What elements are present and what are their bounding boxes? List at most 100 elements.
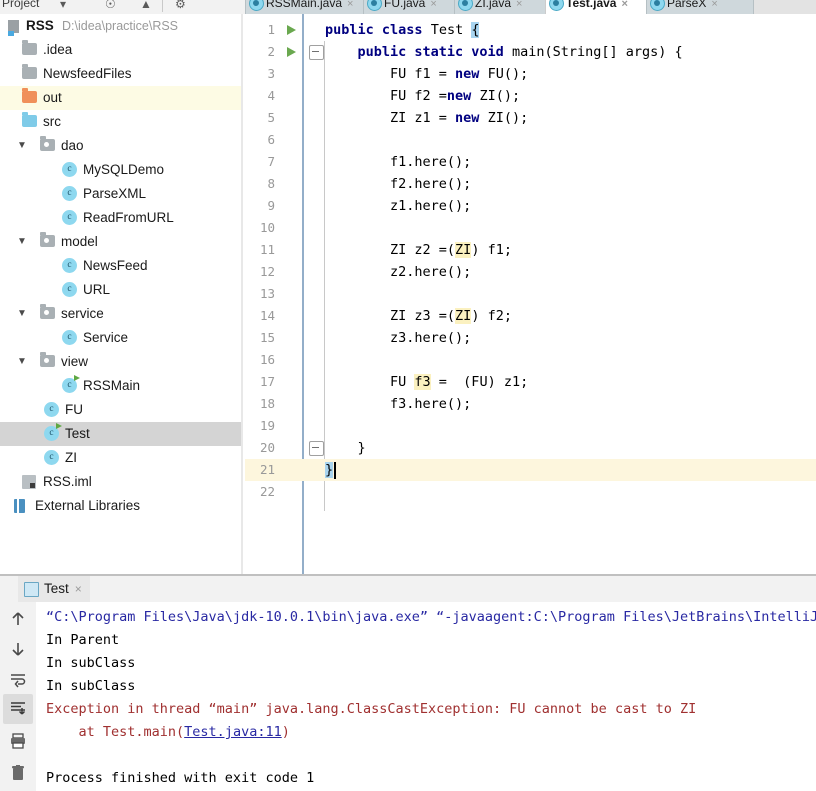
close-icon[interactable]: × <box>621 0 627 10</box>
project-root-row[interactable]: RSS D:\idea\practice\RSS <box>0 14 243 38</box>
code-line[interactable]: 22 <box>245 481 816 503</box>
tree-item-test[interactable]: c Test <box>0 422 243 446</box>
tree-item-parsexml[interactable]: c ParseXML <box>0 182 243 206</box>
code-line[interactable]: 15 z3.here(); <box>245 327 816 349</box>
package-icon <box>40 352 55 367</box>
code-line[interactable]: 10 <box>245 217 816 239</box>
code-token: FU <box>325 374 415 390</box>
close-icon[interactable]: × <box>711 0 717 10</box>
tree-item-service[interactable]: ▼ service <box>0 302 243 326</box>
close-icon[interactable]: × <box>516 0 522 10</box>
line-number: 18 <box>259 396 275 411</box>
code-text: public class Test { <box>325 19 480 41</box>
code-line[interactable]: 3 FU f1 = new FU(); <box>245 63 816 85</box>
code-line[interactable]: 5 ZI z1 = new ZI(); <box>245 107 816 129</box>
class-icon: c <box>44 450 59 465</box>
locate-icon[interactable]: ☉ <box>105 0 116 11</box>
tree-item-mysqldemo[interactable]: c MySQLDemo <box>0 158 243 182</box>
package-icon <box>40 136 55 151</box>
tree-item-dao[interactable]: ▼ dao <box>0 134 243 158</box>
tree-item-zi[interactable]: c ZI <box>0 446 243 470</box>
fold-end-icon[interactable] <box>309 441 324 456</box>
close-icon[interactable]: × <box>75 582 82 596</box>
console-line: “C:\Program Files\Java\jdk-10.0.1\bin\ja… <box>46 609 816 625</box>
run-gutter-icon[interactable] <box>287 25 296 35</box>
line-number: 7 <box>267 154 275 169</box>
keyword-token: class <box>381 22 431 38</box>
code-token: z1.here(); <box>325 198 472 214</box>
code-line[interactable]: 20 } <box>245 437 816 459</box>
gear-icon[interactable]: ⚙ <box>175 0 186 11</box>
code-line[interactable]: 7 f1.here(); <box>245 151 816 173</box>
code-line[interactable]: 8 f2.here(); <box>245 173 816 195</box>
code-line[interactable]: 6 <box>245 129 816 151</box>
run-tab-test[interactable]: Test × <box>18 576 90 602</box>
code-line[interactable]: 9 z1.here(); <box>245 195 816 217</box>
soft-wrap-icon[interactable] <box>3 664 33 694</box>
code-line[interactable]: 4 FU f2 =new ZI(); <box>245 85 816 107</box>
tree-item-label: dao <box>61 138 84 153</box>
code-line[interactable]: 16 <box>245 349 816 371</box>
run-tool-window: Test × “C:\Program Files\Java\jdk-10.0.1… <box>0 576 816 791</box>
java-file-icon <box>249 0 264 11</box>
code-line[interactable]: 14 ZI z3 =(ZI) f2; <box>245 305 816 327</box>
tree-item-newsfeed[interactable]: c NewsFeed <box>0 254 243 278</box>
code-line[interactable]: 1 public class Test { <box>245 19 816 41</box>
java-file-icon <box>458 0 473 11</box>
class-icon: c <box>62 186 77 201</box>
tree-item-label: src <box>43 114 61 129</box>
tree-item-model[interactable]: ▼ model <box>0 230 243 254</box>
chevron-down-icon[interactable]: ▾ <box>60 0 66 11</box>
chevron-down-icon[interactable]: ▼ <box>16 230 28 254</box>
trash-icon[interactable] <box>3 758 33 788</box>
tree-item-service[interactable]: c Service <box>0 326 243 350</box>
project-root-path: D:\idea\practice\RSS <box>62 19 179 33</box>
chevron-down-icon[interactable]: ▼ <box>16 134 28 158</box>
tree-item-view[interactable]: ▼ view <box>0 350 243 374</box>
code-editor[interactable]: 1 public class Test {2 public static void… <box>245 14 816 574</box>
editor-tab-parsex[interactable]: ParseX × <box>646 0 754 14</box>
tree-item--idea[interactable]: .idea <box>0 38 243 62</box>
tree-item-rss-iml[interactable]: RSS.iml <box>0 470 243 494</box>
line-number: 17 <box>259 374 275 389</box>
run-gutter-icon[interactable] <box>287 47 296 57</box>
code-line[interactable]: 21} <box>245 459 816 481</box>
project-tree-panel[interactable]: RSS D:\idea\practice\RSS .idea NewsfeedFi… <box>0 14 243 574</box>
close-icon[interactable]: × <box>430 0 436 10</box>
tree-item-out[interactable]: out <box>0 86 243 110</box>
print-icon[interactable] <box>3 726 33 756</box>
chevron-down-icon[interactable]: ▼ <box>16 302 28 326</box>
code-line[interactable]: 13 <box>245 283 816 305</box>
code-text: FU f2 =new ZI(); <box>325 85 520 107</box>
code-line[interactable]: 2 public static void main(String[] args)… <box>245 41 816 63</box>
tree-item-src[interactable]: src <box>0 110 243 134</box>
collapse-icon[interactable]: ▲ <box>140 0 152 11</box>
tree-item-fu[interactable]: c FU <box>0 398 243 422</box>
close-icon[interactable]: × <box>347 0 353 10</box>
code-line[interactable]: 12 z2.here(); <box>245 261 816 283</box>
fold-collapse-icon[interactable] <box>309 45 324 60</box>
code-line[interactable]: 18 f3.here(); <box>245 393 816 415</box>
highlighted-token: ZI <box>455 308 472 324</box>
code-line[interactable]: 17 FU f3 = (FU) z1; <box>245 371 816 393</box>
rerun-down-icon[interactable] <box>3 634 33 664</box>
folder-icon <box>22 64 37 79</box>
tree-item-rssmain[interactable]: c RSSMain <box>0 374 243 398</box>
code-line[interactable]: 19 <box>245 415 816 437</box>
rerun-up-icon[interactable] <box>3 604 33 634</box>
tree-item-readfromurl[interactable]: c ReadFromURL <box>0 206 243 230</box>
tree-item-external-libraries[interactable]: External Libraries <box>0 494 243 518</box>
stacktrace-link[interactable]: Test.java:11 <box>184 724 282 740</box>
sidebar-scrollbar[interactable] <box>241 14 243 574</box>
line-number: 9 <box>267 198 275 213</box>
tree-item-url[interactable]: c URL <box>0 278 243 302</box>
console-text: ) <box>281 724 290 740</box>
chevron-down-icon[interactable]: ▼ <box>16 350 28 374</box>
code-token: } <box>325 440 366 456</box>
console-output[interactable]: “C:\Program Files\Java\jdk-10.0.1\bin\ja… <box>36 602 816 791</box>
scroll-to-end-icon[interactable] <box>3 694 33 724</box>
tree-item-newsfeedfiles[interactable]: NewsfeedFiles <box>0 62 243 86</box>
line-number: 5 <box>267 110 275 125</box>
highlighted-token: f3 <box>414 374 431 390</box>
code-line[interactable]: 11 ZI z2 =(ZI) f1; <box>245 239 816 261</box>
